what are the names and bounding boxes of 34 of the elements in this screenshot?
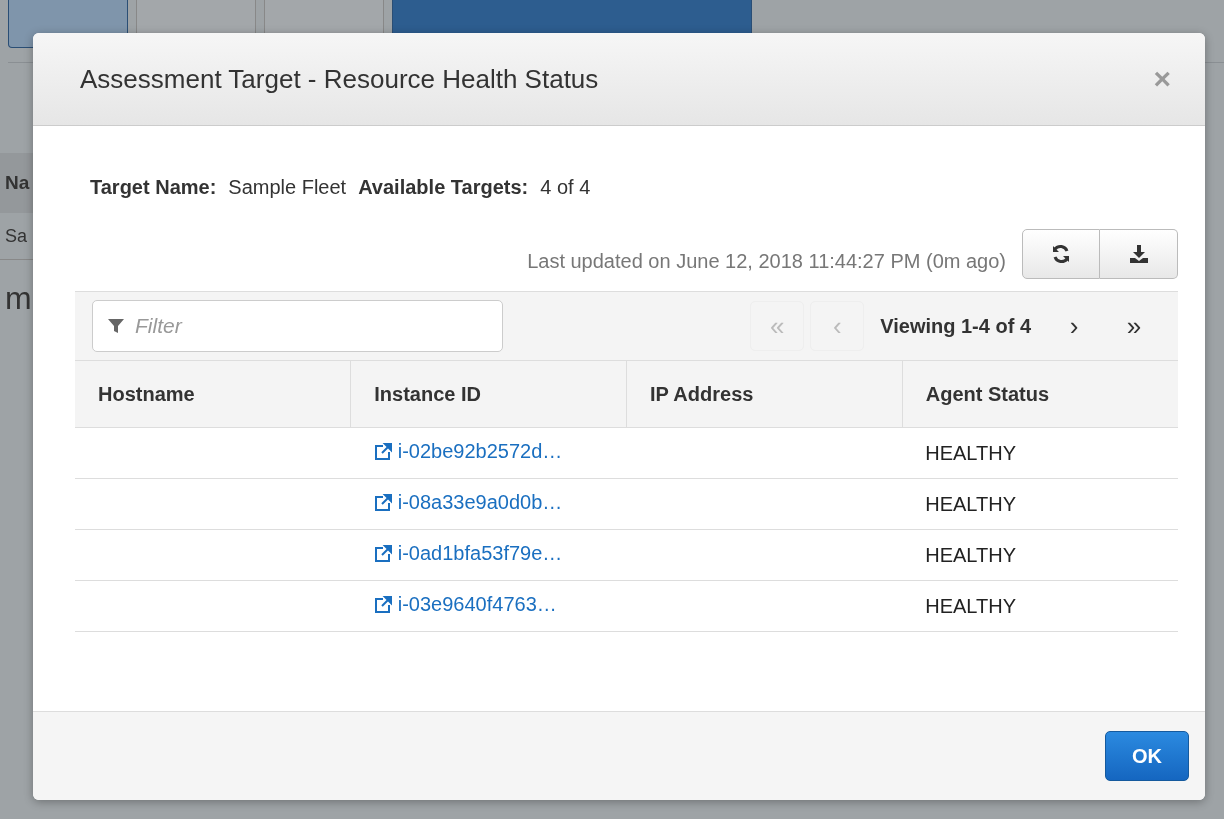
- summary-label: Available Targets:: [358, 176, 529, 199]
- external-link-icon: [373, 595, 392, 614]
- external-link-icon: [373, 442, 392, 461]
- table-cell: HEALTHY: [902, 580, 1178, 632]
- column-header[interactable]: IP Address: [626, 361, 903, 428]
- table-cell: HEALTHY: [902, 427, 1178, 479]
- download-icon: [1128, 244, 1149, 264]
- summary-label: Target Name:: [90, 176, 217, 199]
- last-updated-text: Last updated on June 12, 2018 11:44:27 PM (0m ago): [527, 248, 1006, 273]
- dialog-title: Assessment Target - Resource Health Status: [80, 63, 600, 95]
- instance-link[interactable]: i-0ad1bfa53f79e…: [373, 542, 563, 566]
- table-cell: HEALTHY: [902, 529, 1178, 581]
- page-indicator: Viewing 1-4 of 4: [879, 314, 1032, 338]
- instance-link[interactable]: i-02be92b2572d…: [373, 440, 563, 464]
- column-header[interactable]: Instance ID: [350, 361, 627, 428]
- refresh-button[interactable]: [1022, 229, 1100, 279]
- summary-value: Sample Fleet: [228, 176, 347, 199]
- column-header[interactable]: Agent Status: [902, 361, 1178, 428]
- pager-button[interactable]: ›: [1047, 301, 1101, 351]
- summary-value: 4 of 4: [540, 176, 591, 199]
- instance-link[interactable]: i-03e9640f4763…: [373, 593, 557, 617]
- column-header: Na: [0, 153, 33, 213]
- external-link-icon: [373, 493, 392, 512]
- external-link-icon: [373, 544, 392, 563]
- section-heading: m: [4, 279, 33, 317]
- ok-button[interactable]: OK: [1105, 731, 1189, 781]
- instance-link[interactable]: i-08a33e9a0d0b…: [373, 491, 563, 515]
- column-header[interactable]: Hostname: [75, 361, 351, 428]
- download-button[interactable]: [1100, 229, 1178, 279]
- table-cell: HEALTHY: [902, 478, 1178, 530]
- filter-field[interactable]: Filter: [92, 300, 503, 352]
- pager-button[interactable]: »: [1107, 301, 1161, 351]
- filter-icon: [108, 318, 124, 334]
- refresh-icon: [1051, 244, 1071, 264]
